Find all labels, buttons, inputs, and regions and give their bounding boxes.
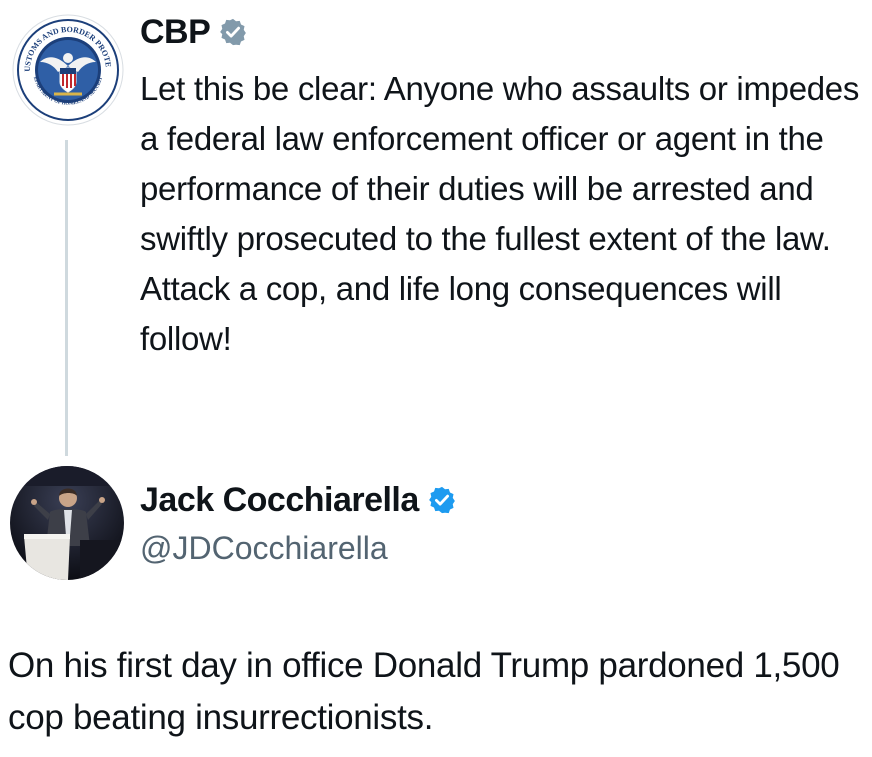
main-author-handle[interactable]: @JDCocchiarella — [140, 530, 457, 567]
reply-author-name[interactable]: CBP — [140, 13, 211, 52]
verified-gray-badge-icon — [220, 18, 247, 46]
jack-avatar[interactable] — [10, 466, 124, 580]
main-post-author: Jack Cocchiarella @JDCocchiarella — [140, 478, 457, 567]
speaker-photo-avatar — [10, 466, 124, 580]
verified-blue-badge-icon — [428, 486, 455, 514]
reply-author-row: CBP — [140, 10, 860, 54]
main-author-name[interactable]: Jack Cocchiarella — [140, 481, 419, 520]
cbp-seal-icon: U.S. CUSTOMS AND BORDER PROTECTION DEPAR… — [12, 14, 124, 126]
main-post-text: On his first day in office Donald Trump … — [8, 646, 840, 737]
thread-connector-line — [65, 140, 68, 456]
cbp-avatar[interactable]: U.S. CUSTOMS AND BORDER PROTECTION DEPAR… — [12, 14, 124, 126]
reply-post[interactable]: CBP Let this be clear: Anyone who assaul… — [140, 10, 860, 364]
reply-post-text: Let this be clear: Anyone who assaults o… — [140, 70, 860, 357]
main-author-row: Jack Cocchiarella — [140, 478, 457, 522]
